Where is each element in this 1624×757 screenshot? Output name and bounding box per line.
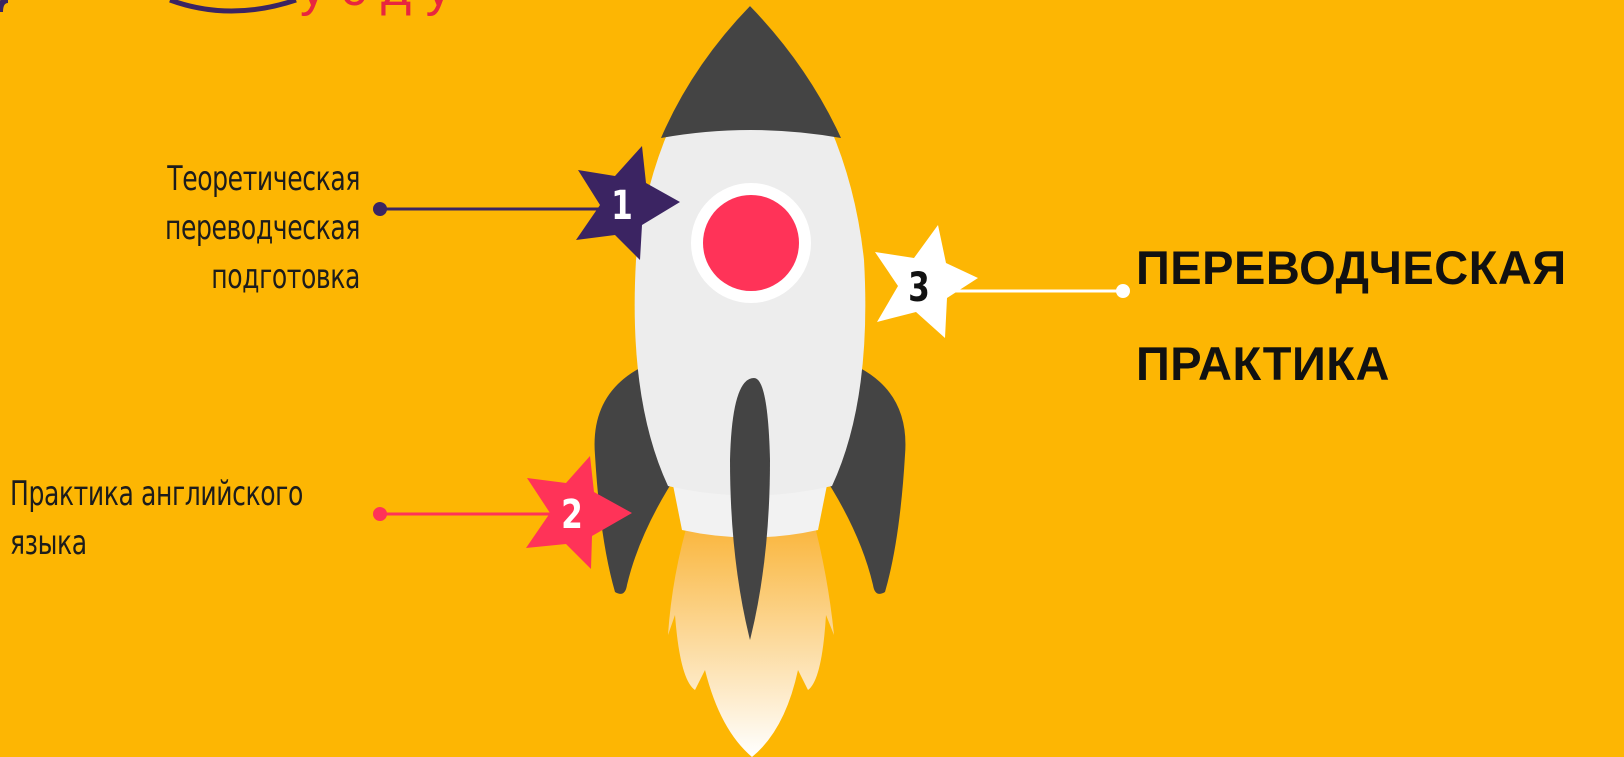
step-3-line-2: ПРАКТИКА <box>1136 337 1390 390</box>
step-3-number: 3 <box>908 265 930 311</box>
step-2-label: Практика английского языка <box>10 470 354 568</box>
step-1-label: Теоретическая переводческая подготовка <box>98 155 360 302</box>
step-1-line-2: переводческая <box>164 208 360 248</box>
step-3-line-1: ПЕРЕВОДЧЕСКАЯ <box>1136 241 1567 294</box>
step-2-line-1: Практика английского <box>10 474 303 514</box>
step-3-label: ПЕРЕВОДЧЕСКАЯ ПРАКТИКА <box>1136 220 1567 412</box>
step-1-line-3: подготовка <box>211 257 360 297</box>
step-2-line-2: языка <box>10 523 87 563</box>
rocket-nose-icon <box>661 6 841 138</box>
step-1-line-1: Теоретическая <box>167 159 360 199</box>
connector-line-1 <box>373 202 600 216</box>
connector-line-2 <box>373 507 560 521</box>
slide: у с д у <box>0 0 1624 757</box>
step-1-number: 1 <box>611 183 633 229</box>
step-2-number: 2 <box>561 492 583 538</box>
logo-fragment-icon <box>0 0 297 14</box>
connector-line-3 <box>940 284 1130 298</box>
